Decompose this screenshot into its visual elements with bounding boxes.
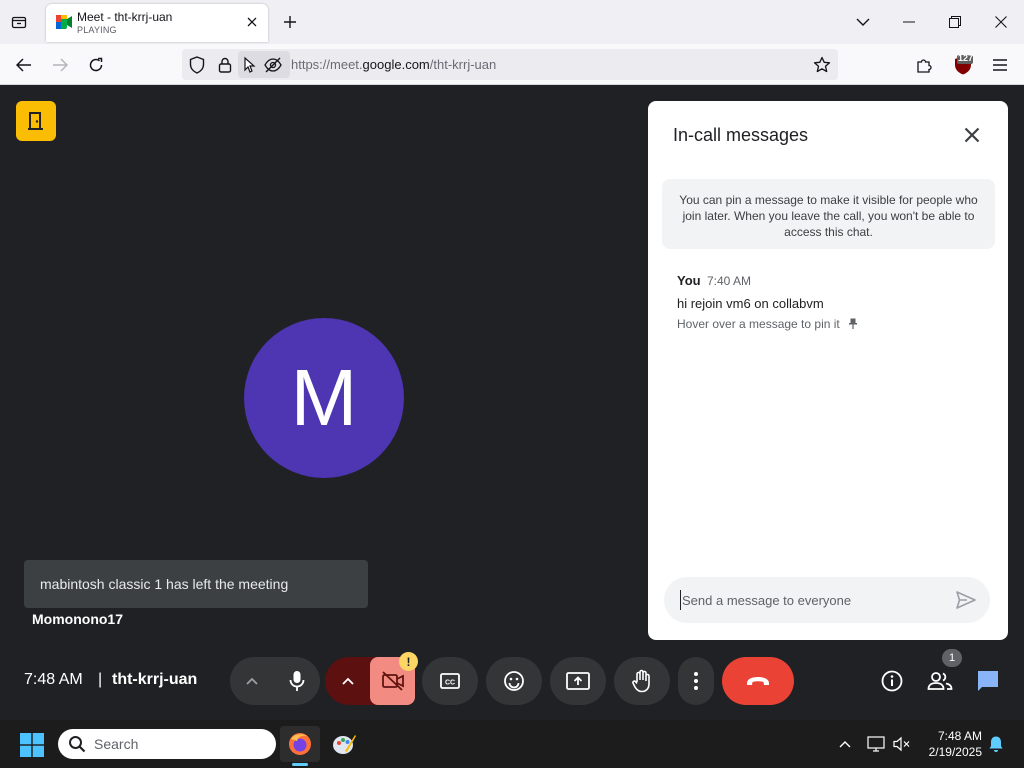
close-panel-icon[interactable]	[960, 123, 984, 147]
camera-blocked-icon[interactable]	[242, 56, 260, 74]
more-vert-icon	[694, 672, 698, 690]
notification-bell-icon[interactable]	[986, 734, 1006, 754]
video-options-chevron-icon[interactable]	[325, 657, 370, 705]
pin-hint: Hover over a message to pin it	[677, 317, 858, 332]
raise-hand-button[interactable]	[614, 657, 670, 705]
participant-name: Momonono17	[32, 611, 123, 627]
camera-warning-badge: !	[399, 652, 418, 671]
taskbar-search-box[interactable]: Search	[58, 729, 276, 759]
audio-options-chevron-icon[interactable]	[230, 657, 274, 705]
pin-icon[interactable]	[849, 318, 858, 332]
reload-icon[interactable]	[83, 52, 109, 78]
audio-controls	[230, 657, 320, 705]
reactions-button[interactable]	[486, 657, 542, 705]
raise-hand-icon	[632, 669, 650, 693]
windows-taskbar: Search 7:48 AM 2/19/2025	[0, 720, 1024, 768]
camera-off-icon	[381, 671, 404, 691]
forward-arrow-icon[interactable]	[47, 52, 73, 78]
address-bar[interactable]: https://meet.google.com/tht-krrj-uan	[182, 49, 838, 80]
message-text[interactable]: hi rejoin vm6 on collabvm	[677, 296, 824, 311]
extension-badge: 127	[958, 53, 974, 63]
meeting-separator: |	[98, 671, 103, 688]
url-text: https://meet.google.com/tht-krrj-uan	[291, 57, 497, 72]
window-close-icon[interactable]	[978, 0, 1024, 44]
tab-overflow-chevron-icon[interactable]	[840, 0, 886, 44]
google-meet-favicon-icon	[56, 15, 72, 29]
extensions-puzzle-icon[interactable]	[911, 52, 937, 78]
closed-captions-icon: CC	[440, 673, 460, 689]
tab-title: Meet - tht-krrj-uan	[77, 10, 173, 24]
message-input[interactable]	[680, 590, 940, 610]
microphone-icon	[289, 671, 305, 691]
microphone-button[interactable]	[274, 657, 320, 705]
minimize-icon[interactable]	[886, 0, 932, 44]
leave-call-button[interactable]	[722, 657, 794, 705]
leave-room-door-button[interactable]	[16, 101, 56, 141]
meeting-code: tht-krrj-uan	[112, 671, 198, 688]
paint-app-taskbar-icon[interactable]	[324, 726, 364, 762]
clock-time: 7:48 AM	[937, 729, 982, 743]
people-icon[interactable]	[926, 667, 954, 695]
windows-start-icon[interactable]	[20, 733, 44, 757]
tab-audio-status: PLAYING	[77, 25, 117, 35]
browser-nav-bar: https://meet.google.com/tht-krrj-uan 127	[0, 44, 1024, 85]
tab-close-icon[interactable]	[244, 14, 260, 30]
search-icon	[68, 735, 86, 753]
in-call-messages-panel: In-call messages You can pin a message t…	[648, 101, 1008, 640]
clock-date: 2/19/2025	[928, 745, 982, 759]
pin-hint-text: Hover over a message to pin it	[677, 317, 840, 331]
more-options-button[interactable]	[678, 657, 714, 705]
browser-tab-bar: Meet - tht-krrj-uan PLAYING	[0, 0, 1024, 44]
back-arrow-icon[interactable]	[11, 52, 37, 78]
lock-icon[interactable]	[216, 56, 234, 74]
new-tab-button[interactable]	[280, 12, 300, 32]
ublock-extension-icon[interactable]: 127	[950, 52, 976, 78]
message-composer	[664, 577, 990, 623]
tab-meet[interactable]: Meet - tht-krrj-uan PLAYING	[46, 4, 268, 42]
present-screen-icon	[566, 672, 590, 690]
app-menu-icon[interactable]	[987, 52, 1013, 78]
search-label: Search	[94, 736, 139, 752]
meeting-details-info-icon[interactable]	[878, 667, 906, 695]
system-clock[interactable]: 7:48 AM 2/19/2025	[922, 728, 982, 760]
chat-icon[interactable]	[974, 667, 1002, 695]
svg-text:CC: CC	[445, 680, 455, 687]
active-app-indicator	[292, 763, 308, 766]
restore-icon[interactable]	[932, 0, 978, 44]
tracking-shield-icon[interactable]	[188, 56, 206, 74]
permission-blocked-icon[interactable]	[264, 56, 282, 74]
tab-list-icon[interactable]	[8, 11, 30, 33]
emoji-icon	[504, 671, 524, 691]
door-icon	[28, 112, 43, 130]
participant-avatar: M	[244, 318, 404, 478]
firefox-taskbar-icon[interactable]	[280, 726, 320, 762]
meeting-clock: 7:48 AM	[24, 671, 83, 688]
send-icon[interactable]	[954, 588, 978, 612]
message-sender: You	[677, 273, 701, 288]
bookmark-star-icon[interactable]	[813, 56, 831, 74]
captions-button[interactable]: CC	[422, 657, 478, 705]
left-meeting-notification: mabintosh classic 1 has left the meeting	[24, 560, 368, 608]
show-hidden-icons-chevron-icon[interactable]	[835, 734, 855, 754]
panel-title: In-call messages	[673, 125, 809, 145]
people-count-badge: 1	[942, 649, 962, 667]
present-screen-button[interactable]	[550, 657, 606, 705]
meet-stage: M mabintosh classic 1 has left the meeti…	[0, 85, 1024, 720]
pin-info-banner: You can pin a message to make it visible…	[662, 179, 995, 249]
volume-muted-icon[interactable]	[892, 734, 912, 754]
window-controls	[840, 0, 1024, 44]
hang-up-icon	[747, 677, 769, 685]
message-time: 7:40 AM	[707, 274, 752, 288]
network-icon[interactable]	[866, 734, 886, 754]
